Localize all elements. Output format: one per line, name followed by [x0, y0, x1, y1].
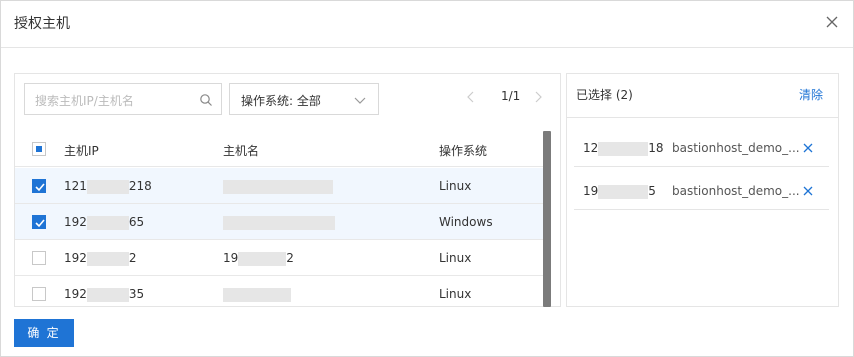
host-os: Linux	[439, 287, 472, 301]
dialog-title: 授权主机	[14, 16, 70, 32]
selected-ip-prefix: 12	[583, 141, 599, 155]
chevron-down-icon	[354, 95, 366, 105]
selected-host-name: bastionhost_demo_...	[672, 184, 800, 198]
host-ip-prefix: 192	[64, 251, 87, 265]
selected-item: 19 5 bastionhost_demo_...	[574, 175, 829, 210]
host-name-redacted	[223, 216, 335, 230]
prev-page-icon[interactable]	[465, 90, 477, 104]
host-name: 19 2	[223, 251, 294, 266]
table-header-row: 主机IP 主机名 操作系统	[15, 131, 543, 167]
host-ip: 192 35	[64, 287, 144, 302]
table-row[interactable]: 192 35 Linux	[15, 276, 543, 312]
host-os: Windows	[439, 215, 493, 229]
page-indicator: 1/1	[501, 89, 521, 103]
host-ip-prefix: 192	[64, 215, 87, 229]
host-ip: 192 2	[64, 251, 137, 266]
clear-button[interactable]: 清除	[799, 86, 823, 103]
host-list-panel: 搜索主机IP/主机名 操作系统: 全部 1/1 主机IP 主机名 操作系统 12…	[14, 73, 561, 307]
row-checkbox[interactable]	[32, 215, 46, 229]
host-ip-prefix: 121	[64, 179, 87, 193]
selected-ip-suffix: 5	[648, 184, 656, 198]
selected-ip: 12 18	[583, 141, 664, 156]
divider	[567, 117, 838, 118]
host-ip: 121 218	[64, 179, 152, 194]
next-page-icon[interactable]	[532, 90, 544, 104]
os-filter-value: 操作系统: 全部	[241, 94, 321, 108]
os-filter-select[interactable]: 操作系统: 全部	[229, 83, 379, 115]
close-icon[interactable]	[823, 13, 841, 31]
confirm-button[interactable]: 确 定	[14, 319, 74, 347]
search-input[interactable]: 搜索主机IP/主机名	[24, 83, 222, 115]
host-ip-suffix: 35	[128, 287, 145, 301]
host-ip-suffix: 65	[128, 215, 145, 229]
table-row[interactable]: 121 218 Linux	[15, 168, 543, 204]
header-host-ip: 主机IP	[64, 144, 99, 158]
host-ip-prefix: 192	[64, 287, 87, 301]
host-name-prefix: 19	[223, 251, 239, 265]
selected-ip: 19 5	[583, 184, 656, 199]
host-ip-suffix: 2	[128, 251, 137, 265]
search-placeholder: 搜索主机IP/主机名	[35, 94, 134, 108]
table-row[interactable]: 192 65 Windows	[15, 204, 543, 240]
host-os: Linux	[439, 179, 472, 193]
selected-item: 12 18 bastionhost_demo_...	[574, 132, 829, 167]
host-name-redacted	[223, 288, 291, 302]
table-row[interactable]: 192 2 19 2 Linux	[15, 240, 543, 276]
host-ip-suffix: 218	[128, 179, 152, 193]
selected-ip-prefix: 19	[583, 184, 599, 198]
host-name-redacted	[223, 180, 333, 194]
remove-icon[interactable]	[802, 142, 814, 154]
dialog-header: 授权主机	[1, 1, 853, 48]
select-all-checkbox[interactable]	[32, 142, 46, 156]
host-os: Linux	[439, 251, 472, 265]
selected-hosts-panel: 已选择 (2) 清除 12 18 bastionhost_demo_... 19 5…	[566, 73, 839, 307]
table-scrollbar[interactable]	[543, 131, 551, 307]
host-ip: 192 65	[64, 215, 144, 230]
selected-ip-suffix: 18	[648, 141, 664, 155]
host-name-suffix: 2	[286, 251, 294, 265]
selected-count-title: 已选择 (2)	[576, 88, 633, 102]
row-checkbox[interactable]	[32, 251, 46, 265]
search-icon[interactable]	[199, 93, 213, 107]
authorize-host-dialog: 授权主机 搜索主机IP/主机名 操作系统: 全部 1/1 主机IP 主机名 操作…	[0, 0, 854, 357]
header-os: 操作系统	[439, 144, 488, 158]
remove-icon[interactable]	[802, 185, 814, 197]
row-checkbox[interactable]	[32, 287, 46, 301]
row-checkbox[interactable]	[32, 179, 46, 193]
header-host-name: 主机名	[223, 144, 260, 158]
selected-host-name: bastionhost_demo_...	[672, 141, 800, 155]
